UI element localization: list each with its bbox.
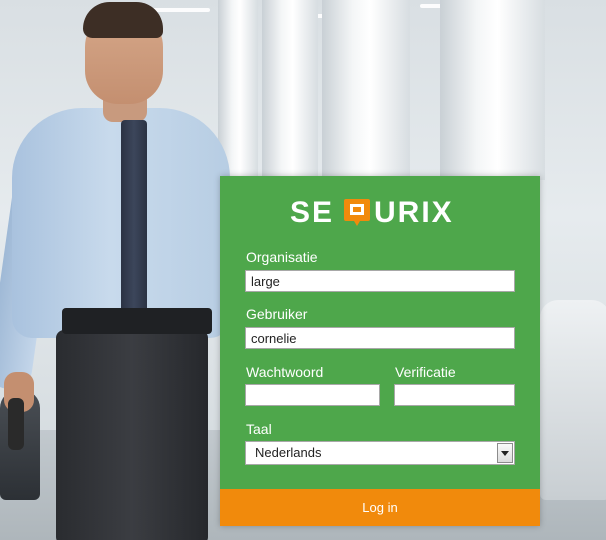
login-panel: SE URIX Organisatie Gebruiker Wachtwoord… xyxy=(220,176,540,526)
password-label: Wachtwoord xyxy=(246,364,324,380)
password-input[interactable] xyxy=(245,384,380,406)
car xyxy=(540,300,606,500)
sequrix-logo: SE URIX xyxy=(220,193,540,229)
organisation-label: Organisatie xyxy=(246,249,318,265)
language-label: Taal xyxy=(246,421,272,437)
sequrix-logo-image: SE URIX xyxy=(290,196,454,227)
user-label: Gebruiker xyxy=(246,306,308,322)
svg-text:URIX: URIX xyxy=(374,196,454,227)
user-input[interactable] xyxy=(245,327,515,349)
person-tie xyxy=(121,120,147,320)
pillar xyxy=(262,0,318,200)
language-selected-value: Nederlands xyxy=(255,445,322,460)
chevron-down-icon[interactable] xyxy=(497,443,513,463)
pillar xyxy=(322,0,410,190)
person-trousers xyxy=(56,330,208,540)
person-belt xyxy=(62,308,212,334)
pillar xyxy=(440,0,545,180)
language-select[interactable]: Nederlands xyxy=(245,441,515,465)
person-hair xyxy=(83,2,163,38)
flashlight xyxy=(8,398,24,450)
svg-text:SE: SE xyxy=(290,196,334,227)
login-button[interactable]: Log in xyxy=(220,489,540,526)
organisation-input[interactable] xyxy=(245,270,515,292)
verification-input[interactable] xyxy=(394,384,515,406)
verification-label: Verificatie xyxy=(395,364,456,380)
logo-q-badge-icon xyxy=(344,199,370,226)
